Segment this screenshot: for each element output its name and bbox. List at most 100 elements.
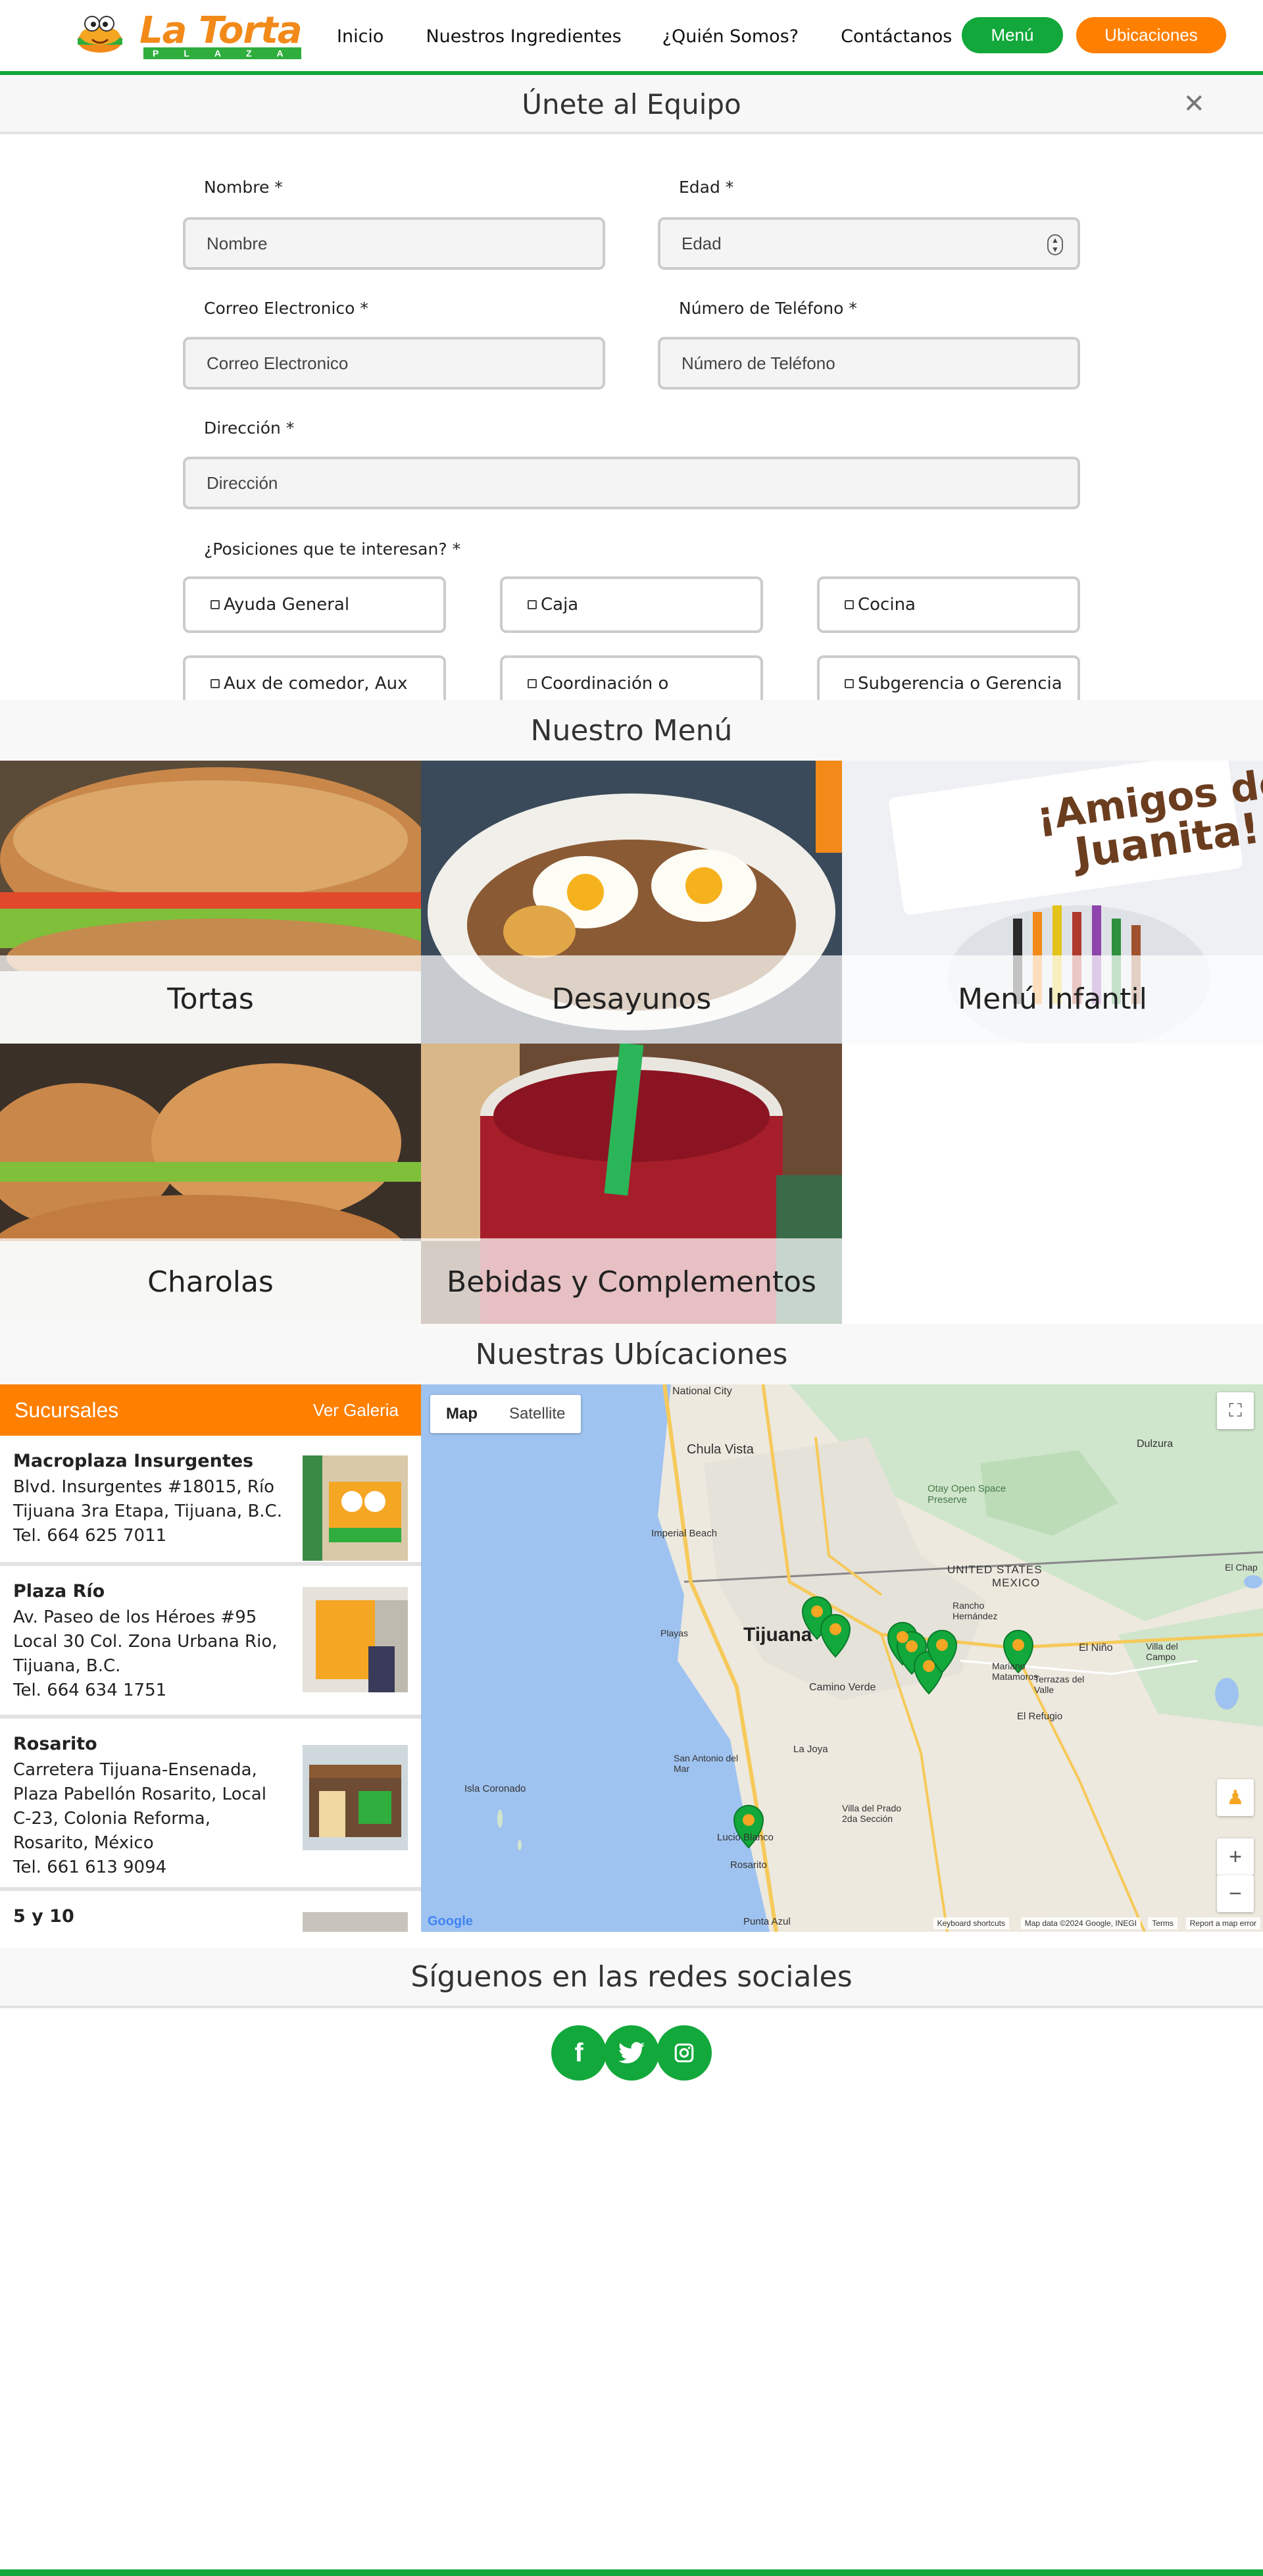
map-label: Rosarito (730, 1859, 767, 1871)
map-city-label: Tijuana (743, 1624, 812, 1646)
map-type-toggle: Map Satellite (430, 1395, 582, 1433)
map-label: La Joya (793, 1744, 828, 1755)
map-attribution: Map data ©2024 Google, INEGI (1020, 1917, 1141, 1929)
map-label: National City (672, 1386, 732, 1397)
position-label: Cocina (858, 595, 916, 615)
map-type-satellite[interactable]: Satellite (493, 1395, 581, 1433)
branch-name: 5 y 10 (13, 1906, 74, 1927)
nombre-label: Nombre * (204, 178, 283, 197)
position-subgerencia[interactable]: Subgerencia o Gerencia (817, 655, 1080, 701)
join-team-panel: Únete al Equipo ✕ Nombre * Nombre Edad *… (0, 76, 1263, 701)
checkbox[interactable] (845, 600, 854, 609)
map-type-map[interactable]: Map (430, 1395, 493, 1433)
map-label: El Chap (1225, 1562, 1258, 1573)
gallery-link[interactable]: Ver Galeria (313, 1400, 399, 1421)
map-canvas[interactable] (421, 1384, 1263, 1932)
twitter-icon[interactable] (604, 2025, 659, 2081)
nav-link-quienes-somos[interactable]: ¿Quién Somos? (662, 24, 799, 50)
checkbox[interactable] (210, 679, 220, 688)
number-spinner-icon[interactable]: ▲ ▼ (1047, 234, 1063, 255)
nombre-input[interactable]: Nombre (183, 217, 605, 270)
join-team-header: Únete al Equipo ✕ (0, 76, 1263, 134)
edad-label: Edad * (679, 178, 734, 197)
branch-phone: Tel. 661 613 9094 (13, 1857, 167, 1877)
position-cocina[interactable]: Cocina (817, 576, 1080, 633)
logo-subtext: PLAZA (143, 47, 301, 59)
position-label: Ayuda General (224, 595, 350, 615)
close-icon[interactable]: ✕ (1183, 91, 1205, 117)
branch-item[interactable]: 5 y 10 (0, 1891, 421, 1932)
social-section-title: Síguenos en las redes sociales (410, 1959, 853, 1994)
facebook-icon[interactable]: f (551, 2025, 607, 2081)
position-ayuda-general[interactable]: Ayuda General (183, 576, 446, 633)
menu-tile-tortas[interactable]: Tortas (0, 761, 421, 1044)
map-label: Dulzura (1137, 1438, 1174, 1450)
branch-item[interactable]: Plaza Río Av. Paseo de los Héroes #95 Lo… (0, 1566, 421, 1719)
map-attribution[interactable]: Terms (1148, 1917, 1177, 1929)
page: La Torta PLAZA Inicio Nuestros Ingredien… (0, 0, 1263, 2576)
google-logo: Google (428, 1914, 473, 1929)
nav-link-contactanos[interactable]: Contáctanos (841, 24, 952, 50)
map-label: Chula Vista (687, 1442, 754, 1457)
branch-address: Blvd. Insurgentes #18015, Río Tijuana 3r… (13, 1477, 282, 1521)
branch-item[interactable]: Macroplaza Insurgentes Blvd. Insurgentes… (0, 1436, 421, 1566)
map-label: UNITED STATES (947, 1563, 1043, 1576)
zoom-out-button[interactable]: − (1217, 1875, 1254, 1912)
telefono-input[interactable]: Número de Teléfono (658, 337, 1080, 390)
branches-sidebar: Sucursales Ver Galeria Macroplaza Insurg… (0, 1384, 421, 1932)
branch-address: Carretera Tijuana-Ensenada, Plaza Pabell… (13, 1760, 266, 1853)
map-label: Punta Azul (743, 1916, 791, 1927)
map-attribution[interactable]: Keyboard shortcuts (933, 1917, 1009, 1929)
correo-label: Correo Electronico * (204, 299, 368, 318)
direccion-input[interactable]: Dirección (183, 457, 1080, 509)
locations-button[interactable]: Ubicaciones (1076, 17, 1226, 53)
position-label: Subgerencia o Gerencia (858, 674, 1062, 694)
logo[interactable]: La Torta PLAZA (72, 9, 303, 59)
menu-tile-label: Tortas (0, 955, 421, 1044)
locations-map[interactable]: Map Satellite ⛶ ♟ + − National City Chul… (421, 1384, 1263, 1932)
map-label: Lucio Blanco (717, 1832, 774, 1843)
map-label: MEXICO (992, 1577, 1041, 1589)
menu-tile-label: Charolas (0, 1238, 421, 1326)
map-attribution[interactable]: Report a map error (1185, 1917, 1260, 1929)
correo-input[interactable]: Correo Electronico (183, 337, 605, 390)
menu-tile-desayunos[interactable]: Desayunos (421, 761, 842, 1044)
checkbox[interactable] (845, 679, 854, 688)
menu-section-title: Nuestro Menú (530, 713, 733, 747)
branch-photo (303, 1745, 408, 1850)
social-section-header: Síguenos en las redes sociales (0, 1948, 1263, 2008)
menu-tile-bebidas[interactable]: Bebidas y Complementos (421, 1044, 842, 1326)
branch-phone: Tel. 664 634 1751 (13, 1680, 167, 1700)
fullscreen-icon[interactable]: ⛶ (1217, 1392, 1254, 1429)
zoom-in-button[interactable]: + (1217, 1838, 1254, 1875)
footer-line (0, 2569, 1263, 2576)
instagram-icon[interactable] (656, 2025, 712, 2081)
menu-tile-label: Menú Infantil (842, 955, 1263, 1044)
checkbox[interactable] (528, 600, 537, 609)
branch-photo (303, 1455, 408, 1561)
checkbox[interactable] (528, 679, 537, 688)
branch-photo (303, 1587, 408, 1692)
position-aux-comedor[interactable]: Aux de comedor, Aux (183, 655, 446, 701)
pegman-icon[interactable]: ♟ (1217, 1779, 1254, 1816)
checkbox[interactable] (210, 600, 220, 609)
position-coordinacion[interactable]: Coordinación o (500, 655, 763, 701)
map-label: El Refugio (1017, 1711, 1063, 1722)
menu-button[interactable]: Menú (962, 17, 1063, 53)
nav-link-ingredientes[interactable]: Nuestros Ingredientes (426, 24, 621, 50)
positions-label: ¿Posiciones que te interesan? * (204, 540, 461, 559)
branch-item[interactable]: Rosarito Carretera Tijuana-Ensenada, Pla… (0, 1719, 421, 1891)
menu-tile-menu-infantil[interactable]: ¡Amigos de Juanita! Menú Infantil (842, 761, 1263, 1044)
nav-link-inicio[interactable]: Inicio (337, 24, 384, 50)
menu-tile-charolas[interactable]: Charolas (0, 1044, 421, 1326)
position-caja[interactable]: Caja (500, 576, 763, 633)
edad-input[interactable]: Edad ▲ ▼ (658, 217, 1080, 270)
map-label: Playas (660, 1628, 689, 1638)
edad-placeholder: Edad (681, 233, 722, 253)
map-label: Camino Verde (809, 1682, 876, 1693)
logo-text: La Torta (139, 9, 303, 52)
telefono-label: Número de Teléfono * (679, 299, 857, 318)
map-label: Rancho Hernández (953, 1600, 998, 1621)
map-label: Terrazas del Valle (1034, 1674, 1085, 1695)
position-label: Caja (541, 595, 579, 615)
